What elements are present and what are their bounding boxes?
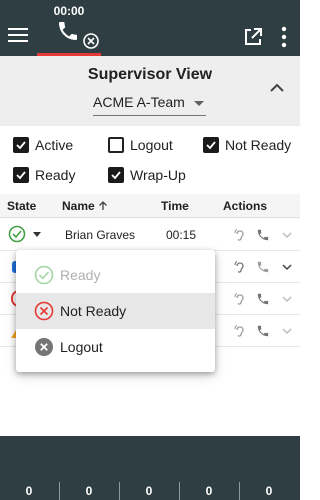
checkbox-checked-icon <box>203 137 219 153</box>
state-menu-caret-icon[interactable] <box>33 232 41 237</box>
stat-value: 0 <box>25 484 33 498</box>
col-state[interactable]: State <box>7 199 36 213</box>
filter-wrap-up[interactable]: Wrap-Up <box>108 164 193 186</box>
stat-value: 0 <box>265 484 273 498</box>
top-bar: 00:00 <box>0 0 300 56</box>
listen-icon[interactable] <box>233 292 247 306</box>
arrow-up-icon <box>99 201 107 210</box>
state-menu: Ready Not Ready Logout <box>16 250 215 372</box>
menu-button[interactable] <box>8 25 30 45</box>
menu-item-logout[interactable]: Logout <box>16 329 215 365</box>
col-actions: Actions <box>223 199 268 213</box>
phone-icon[interactable] <box>256 292 270 306</box>
checkbox-checked-icon <box>13 167 29 183</box>
stat-divider <box>119 482 120 500</box>
chevron-down-icon[interactable] <box>280 260 294 274</box>
stat-value: 0 <box>145 484 153 498</box>
team-select-value: ACME A-Team <box>93 94 185 110</box>
stat-divider <box>239 482 240 500</box>
phone-icon[interactable] <box>256 324 270 338</box>
supervisor-header: Supervisor View ACME A-Team <box>0 56 300 126</box>
menu-icon <box>8 28 30 42</box>
check-circle-icon <box>8 225 26 243</box>
close-circle-icon <box>83 33 99 49</box>
call-timer: 00:00 <box>53 4 85 18</box>
checkbox-checked-icon <box>13 137 29 153</box>
menu-item-not-ready[interactable]: Not Ready <box>16 293 215 329</box>
listen-icon[interactable] <box>233 260 247 274</box>
stat-value: 0 <box>205 484 213 498</box>
x-circle-icon <box>34 301 54 321</box>
check-circle-icon <box>34 265 54 285</box>
agent-name: Brian Graves <box>65 228 136 242</box>
bottom-stats-bar: 0 0 0 0 0 <box>0 436 300 500</box>
checkbox-checked-icon <box>108 167 124 183</box>
filter-active[interactable]: Active <box>13 134 83 156</box>
filter-not-ready[interactable]: Not Ready <box>203 134 295 156</box>
more-vert-icon[interactable] <box>276 26 292 48</box>
phone-icon[interactable] <box>256 228 270 242</box>
page-title: Supervisor View <box>87 66 213 83</box>
dropdown-caret-icon <box>194 101 204 106</box>
chevron-down-icon[interactable] <box>280 324 294 338</box>
call-indicator[interactable]: 00:00 <box>37 0 101 56</box>
phone-icon[interactable] <box>256 260 270 274</box>
chevron-up-icon[interactable] <box>268 81 286 95</box>
agents-table-header: State Name Time Actions <box>0 194 300 218</box>
x-filled-circle-icon <box>35 338 53 356</box>
filter-logout[interactable]: Logout <box>108 134 188 156</box>
team-select[interactable]: ACME A-Team <box>93 92 206 116</box>
checkbox-unchecked-icon <box>108 137 124 153</box>
stat-value: 0 <box>85 484 93 498</box>
filter-ready[interactable]: Ready <box>13 164 83 186</box>
table-row[interactable]: Brian Graves 00:15 <box>0 219 300 251</box>
stat-divider <box>59 482 60 500</box>
state-filters: Active Logout Not Ready Ready Wrap-Up <box>0 126 300 194</box>
phone-icon <box>59 22 77 40</box>
col-time[interactable]: Time <box>161 199 189 213</box>
chevron-down-icon[interactable] <box>280 292 294 306</box>
chevron-down-icon[interactable] <box>280 228 294 242</box>
listen-icon[interactable] <box>233 228 247 242</box>
agent-time: 00:15 <box>166 228 197 242</box>
stat-divider <box>179 482 180 500</box>
menu-item-ready[interactable]: Ready <box>16 257 215 293</box>
open-external-icon[interactable] <box>242 26 264 48</box>
listen-icon[interactable] <box>233 324 247 338</box>
col-name[interactable]: Name <box>62 199 108 213</box>
